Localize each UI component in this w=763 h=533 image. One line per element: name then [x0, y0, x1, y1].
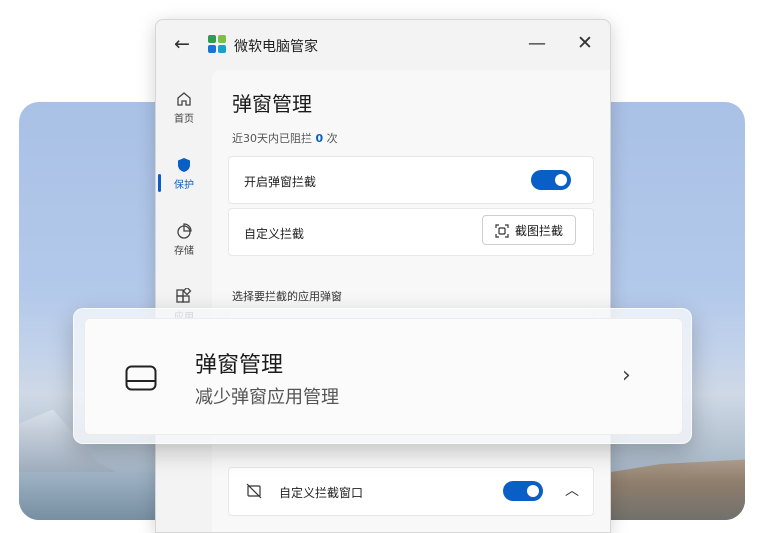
page-title: 弹窗管理 — [232, 92, 312, 116]
blocked-window-icon — [246, 483, 262, 499]
feature-popup-inner: 弹窗管理 减少弹窗应用管理 › — [84, 318, 683, 435]
chevron-up-icon[interactable]: ︿ — [565, 480, 579, 500]
sidebar-item-home[interactable]: 首页 — [156, 90, 212, 146]
title-bar: ← 微软电脑管家 — ✕ — [156, 20, 610, 70]
sidebar-nav: 首页 保护 存储 应用 — [156, 80, 212, 344]
sidebar-item-label: 存储 — [174, 246, 194, 257]
custom-window-toggle[interactable] — [503, 481, 543, 501]
close-icon[interactable]: ✕ — [577, 32, 593, 54]
blocked-stat: 近30天内已阻拦 0 次 — [232, 130, 338, 146]
chevron-right-icon[interactable]: › — [622, 363, 631, 388]
app-window: ← 微软电脑管家 — ✕ 首页 保护 存储 弹窗管理 近30天内已阻拦 0 次 … — [155, 19, 611, 533]
stat-suffix: 次 — [326, 132, 338, 145]
sidebar-item-label: 保护 — [174, 180, 194, 191]
sidebar-item-storage[interactable]: 存储 — [156, 222, 212, 278]
stat-prefix: 近30天内已阻拦 — [232, 132, 312, 145]
custom-window-label: 自定义拦截窗口 — [279, 486, 364, 500]
wallpaper-shore — [605, 459, 745, 520]
custom-block-card: 自定义拦截 截图拦截 — [228, 208, 594, 256]
window-title: 微软电脑管家 — [234, 39, 318, 55]
enable-popup-block-label: 开启弹窗拦截 — [244, 175, 317, 189]
capture-block-button[interactable]: 截图拦截 — [482, 215, 576, 245]
home-icon — [177, 92, 191, 106]
section-label: 选择要拦截的应用弹窗 — [232, 290, 342, 303]
popup-title: 弹窗管理 — [195, 353, 284, 378]
capture-button-label: 截图拦截 — [515, 224, 564, 238]
popup-subtitle: 减少弹窗应用管理 — [195, 387, 339, 408]
sidebar-item-label: 首页 — [174, 114, 194, 125]
custom-block-label: 自定义拦截 — [244, 227, 305, 241]
sidebar-item-protect[interactable]: 保护 — [156, 156, 212, 212]
custom-window-card: 自定义拦截窗口 ︿ — [228, 467, 594, 516]
feature-popup-card[interactable]: 弹窗管理 减少弹窗应用管理 › — [73, 308, 692, 444]
enable-popup-block-card: 开启弹窗拦截 — [228, 156, 594, 204]
stat-count: 0 — [315, 132, 324, 145]
enable-popup-block-toggle[interactable] — [531, 170, 571, 190]
minimize-icon[interactable]: — — [528, 33, 546, 54]
window-icon — [125, 365, 157, 391]
screenshot-icon — [495, 224, 509, 238]
apps-icon — [176, 288, 192, 303]
shield-icon — [178, 158, 190, 172]
pie-chart-icon — [177, 223, 192, 239]
back-arrow-icon[interactable]: ← — [174, 34, 194, 54]
app-logo-icon — [208, 35, 226, 53]
main-content: 弹窗管理 近30天内已阻拦 0 次 开启弹窗拦截 自定义拦截 截图拦截 选择要拦… — [212, 70, 610, 532]
